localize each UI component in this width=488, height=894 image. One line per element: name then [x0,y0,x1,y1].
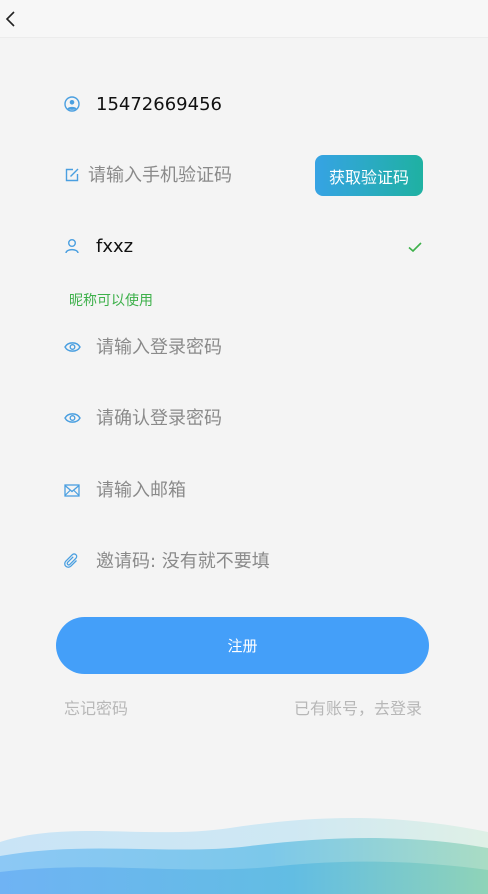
password-row [56,319,432,375]
check-icon [408,242,422,253]
bottom-wave-decoration [0,818,488,894]
phone-row [56,76,432,132]
nickname-row [56,218,432,274]
confirm-password-field[interactable] [88,402,432,434]
phone-field[interactable] [88,88,432,120]
invite-row [56,533,432,589]
paperclip-icon [56,551,88,571]
user-icon [56,236,88,256]
edit-icon [56,165,80,185]
email-row [56,462,432,518]
get-code-button[interactable]: 获取验证码 [315,155,423,196]
password-field[interactable] [88,331,432,363]
code-row [56,147,313,203]
chevron-left-icon [5,11,15,27]
eye-icon [56,337,88,357]
top-bar [0,0,488,38]
forgot-password-link[interactable]: 忘记密码 [64,695,128,719]
register-button[interactable]: 注册 [56,617,429,674]
code-field[interactable] [80,159,313,191]
invite-code-field[interactable] [88,545,432,577]
nickname-field[interactable] [88,230,432,262]
nickname-hint: 昵称可以使用 [69,293,153,309]
confirm-password-row [56,390,432,446]
eye-icon [56,408,88,428]
email-field[interactable] [88,474,432,506]
back-button[interactable] [0,6,20,32]
go-login-link[interactable]: 已有账号，去登录 [294,695,422,719]
user-circle-icon [56,94,88,114]
mail-icon [56,480,88,500]
